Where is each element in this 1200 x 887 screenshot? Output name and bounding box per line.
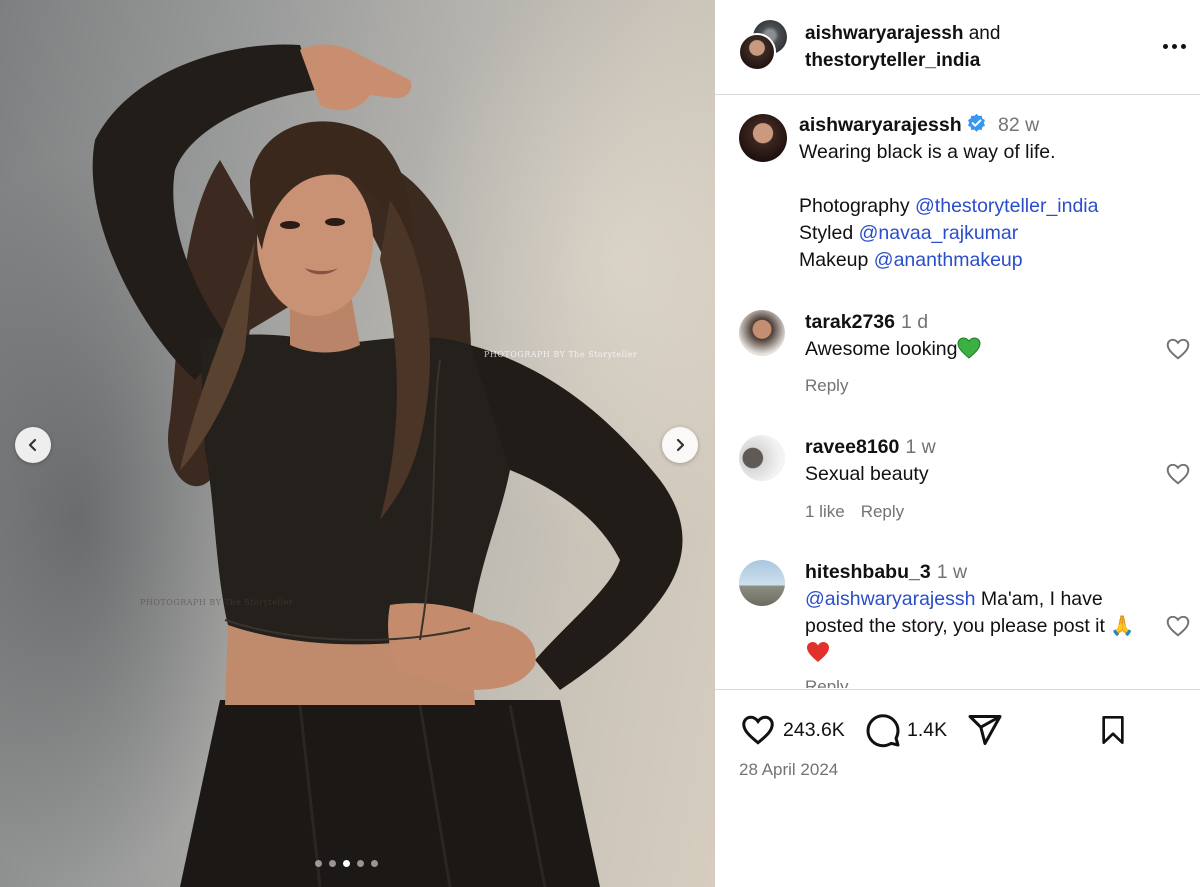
comment-actions: 1 like Reply — [805, 502, 904, 522]
carousel-next-button[interactable] — [662, 427, 698, 463]
like-comment-heart-icon[interactable] — [1165, 336, 1191, 362]
reply-button[interactable]: Reply — [861, 502, 904, 522]
header-usernames: aishwaryarajessh and thestoryteller_indi… — [805, 20, 1000, 74]
bookmark-icon — [1102, 716, 1124, 744]
carousel-prev-button[interactable] — [15, 427, 51, 463]
comment-count[interactable]: 1.4K — [907, 719, 947, 742]
carousel-dot[interactable] — [315, 860, 322, 867]
reply-button[interactable]: Reply — [805, 677, 848, 688]
comment-text: Sexual beauty — [805, 463, 929, 485]
avatar[interactable] — [739, 310, 785, 356]
avatar[interactable] — [739, 114, 787, 162]
comment-username[interactable]: tarak2736 — [805, 311, 895, 333]
save-button[interactable] — [1097, 712, 1129, 748]
comment-body: hiteshbabu_3 1 w @aishwaryarajessh Ma'am,… — [805, 559, 1155, 667]
comment-like-count[interactable]: 1 like — [805, 502, 845, 522]
owner-username-link[interactable]: aishwaryarajessh — [805, 23, 963, 44]
comment-button[interactable]: 1.4K — [865, 712, 947, 748]
like-count[interactable]: 243.6K — [783, 719, 845, 742]
comment-time[interactable]: 1 d — [901, 311, 928, 333]
like-button[interactable]: 243.6K — [739, 712, 845, 748]
like-comment-heart-icon[interactable] — [1165, 613, 1191, 639]
reply-button[interactable]: Reply — [805, 376, 848, 396]
photo-watermark: PHOTOGRAPH BY The Storyteller — [484, 350, 638, 359]
post-action-bar: 243.6K 1.4K 28 April 2024 — [715, 689, 1200, 887]
verified-badge-icon — [967, 113, 985, 132]
comment-icon — [866, 714, 900, 748]
post-header: aishwaryarajessh and thestoryteller_indi… — [715, 0, 1200, 95]
header-joiner: and — [968, 23, 1001, 44]
comment-body: ravee8160 1 w Sexual beauty — [805, 434, 1155, 488]
caption-credit-line: Styled @navaa_rajkumar — [799, 222, 1019, 244]
carousel-dot[interactable] — [357, 860, 364, 867]
caption-time[interactable]: 82 w — [998, 114, 1039, 136]
share-icon — [968, 715, 1002, 745]
green-heart-icon — [957, 337, 981, 359]
comments-list[interactable]: aishwaryarajessh 82 w Wearing black is a… — [715, 96, 1200, 688]
photo-watermark-secondary: PHOTOGRAPH BY The Storyteller — [140, 598, 294, 607]
like-comment-heart-icon[interactable] — [1165, 461, 1191, 487]
comment-body: tarak2736 1 d Awesome looking — [805, 309, 1155, 363]
avatar-owner[interactable] — [738, 33, 776, 71]
comment-text: Awesome looking — [805, 338, 958, 360]
avatar[interactable] — [739, 560, 785, 606]
mention-link[interactable]: @ananthmakeup — [874, 249, 1023, 271]
carousel-indicator — [315, 860, 378, 867]
avatar[interactable] — [739, 435, 785, 481]
chevron-right-icon — [676, 438, 685, 452]
mention-link[interactable]: @navaa_rajkumar — [859, 222, 1019, 244]
caption-username[interactable]: aishwaryarajessh — [799, 114, 962, 136]
heart-icon — [742, 715, 774, 745]
mention-link[interactable]: @aishwaryarajessh — [805, 588, 975, 610]
post-side-panel: aishwaryarajessh and thestoryteller_indi… — [715, 0, 1200, 887]
photo-model-illustration — [92, 44, 683, 887]
chevron-left-icon — [28, 438, 37, 452]
comment-time[interactable]: 1 w — [905, 436, 935, 458]
comment-username[interactable]: ravee8160 — [805, 436, 899, 458]
red-heart-icon — [807, 642, 829, 662]
post-media[interactable]: PHOTOGRAPH BY The Storyteller PHOTOGRAPH… — [0, 0, 715, 887]
collaborator-username-link[interactable]: thestoryteller_india — [805, 50, 980, 71]
share-button[interactable] — [967, 712, 1003, 748]
comment-time[interactable]: 1 w — [937, 561, 967, 583]
caption-credit-line: Photography @thestoryteller_india — [799, 195, 1099, 217]
mention-link[interactable]: @thestoryteller_india — [915, 195, 1098, 217]
post-date[interactable]: 28 April 2024 — [739, 760, 838, 780]
caption-text: Wearing black is a way of life. — [799, 141, 1056, 163]
collab-avatars[interactable] — [737, 20, 797, 76]
carousel-dot-active[interactable] — [343, 860, 350, 867]
comment-username[interactable]: hiteshbabu_3 — [805, 561, 931, 583]
more-horizontal-icon[interactable] — [1159, 36, 1189, 56]
post-caption: aishwaryarajessh 82 w Wearing black is a… — [799, 112, 1189, 274]
comment-actions: Reply — [805, 677, 848, 688]
carousel-dot[interactable] — [371, 860, 378, 867]
carousel-dot[interactable] — [329, 860, 336, 867]
comment-actions: Reply — [805, 376, 848, 396]
caption-credit-line: Makeup @ananthmakeup — [799, 249, 1023, 271]
